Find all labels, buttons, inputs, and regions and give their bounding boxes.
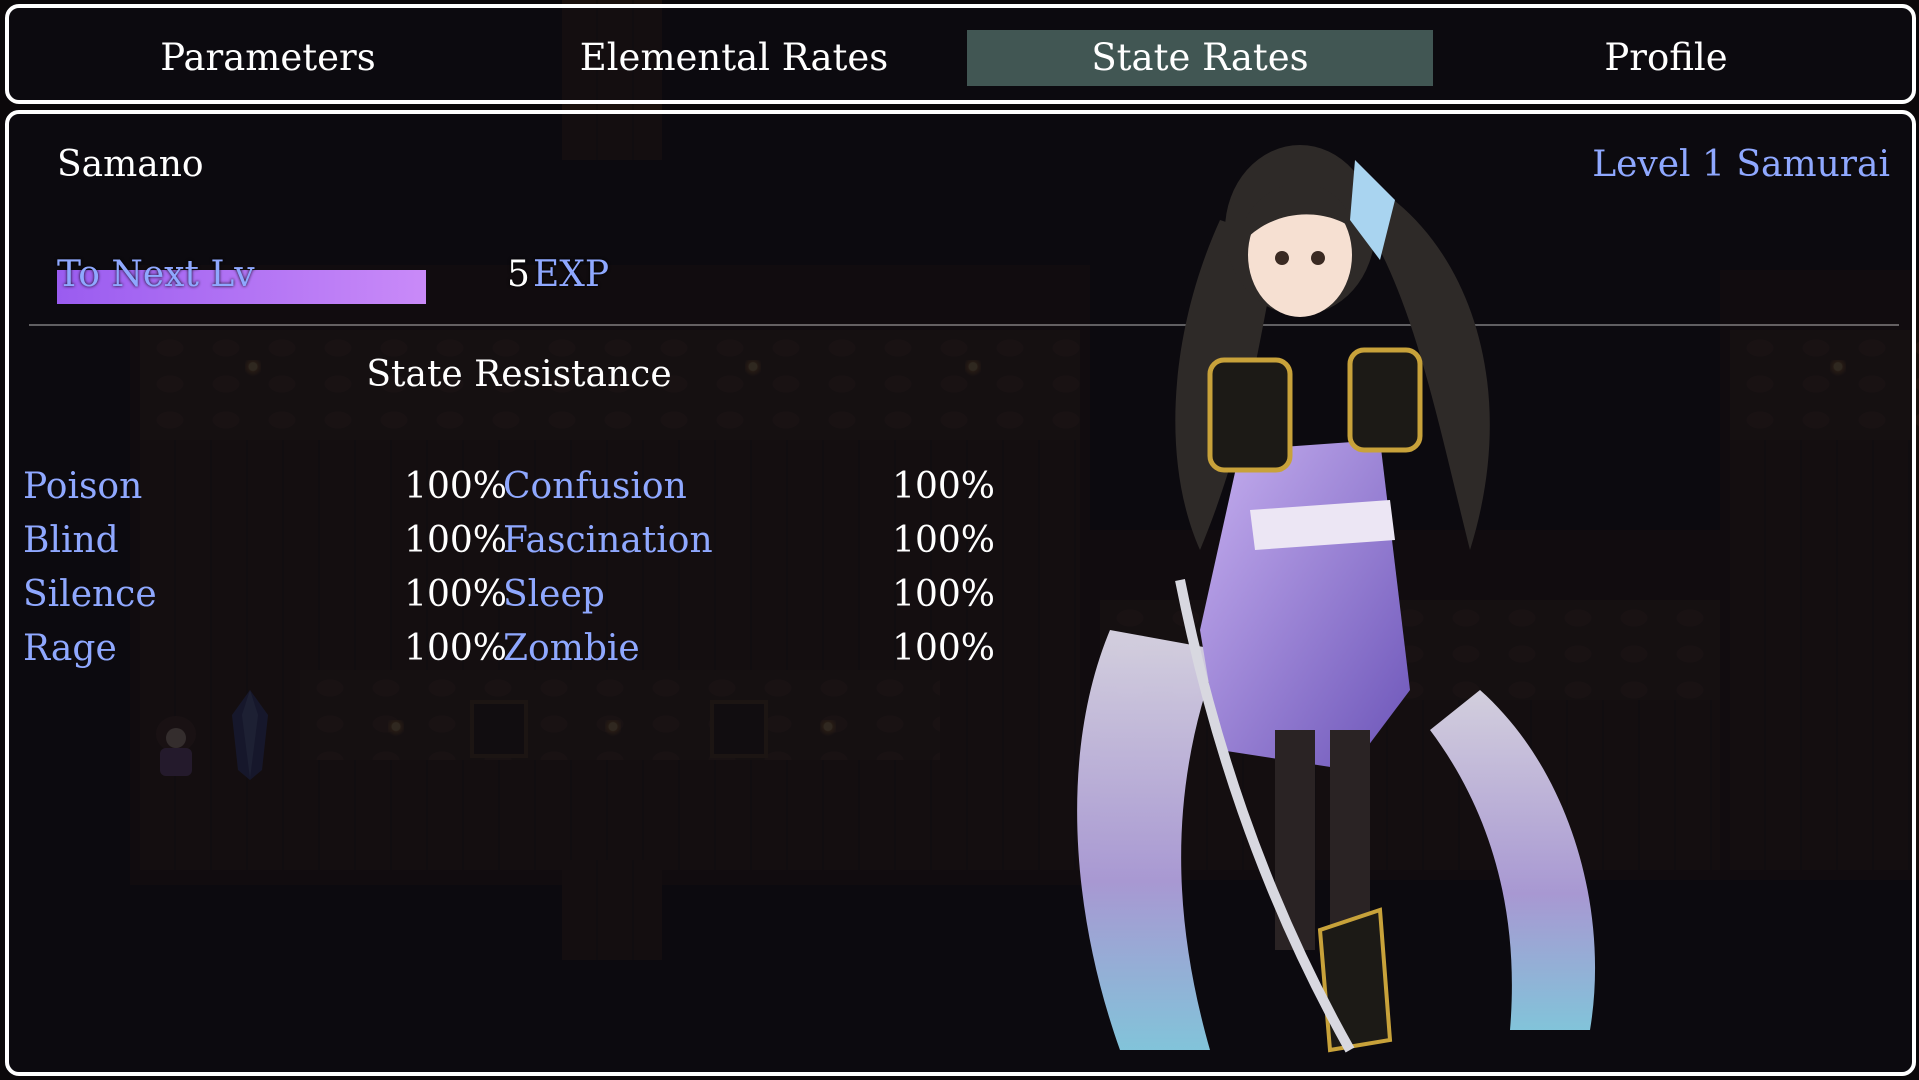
state-value-zombie: 100%	[892, 628, 995, 669]
state-name-blind: Blind	[23, 520, 119, 561]
tab-profile[interactable]: Profile	[1433, 30, 1899, 86]
state-value-fascination: 100%	[892, 520, 995, 561]
state-value-poison: 100%	[404, 466, 507, 507]
state-value-blind: 100%	[404, 520, 507, 561]
state-name-rage: Rage	[23, 628, 117, 669]
tab-window: Parameters Elemental Rates State Rates P…	[5, 4, 1916, 104]
state-name-poison: Poison	[23, 466, 143, 507]
state-name-sleep: Sleep	[503, 574, 605, 615]
state-value-confusion: 100%	[892, 466, 995, 507]
state-value-silence: 100%	[404, 574, 507, 615]
tab-elemental-rates[interactable]: Elemental Rates	[501, 30, 967, 86]
state-name-zombie: Zombie	[503, 628, 640, 669]
state-name-confusion: Confusion	[503, 466, 687, 507]
exp-value: 5	[507, 254, 530, 295]
state-resistance-title: State Resistance	[366, 354, 672, 395]
state-name-silence: Silence	[23, 574, 157, 615]
actor-name: Samano	[57, 144, 204, 185]
tab-parameters[interactable]: Parameters	[35, 30, 501, 86]
state-value-sleep: 100%	[892, 574, 995, 615]
exp-unit: EXP	[533, 254, 610, 295]
state-value-rage: 100%	[404, 628, 507, 669]
samurai-portrait	[1077, 145, 1596, 1053]
exp-label: To Next Lv	[57, 254, 255, 295]
state-name-fascination: Fascination	[503, 520, 713, 561]
tab-state-rates[interactable]: State Rates	[967, 30, 1433, 86]
